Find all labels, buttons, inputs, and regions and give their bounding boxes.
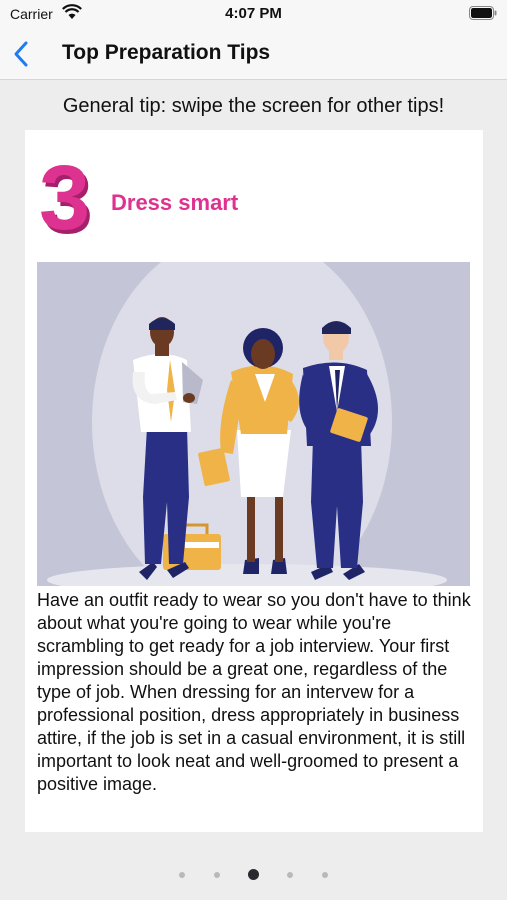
page-dot-4[interactable] bbox=[287, 871, 294, 878]
general-tip-text: General tip: swipe the screen for other … bbox=[62, 95, 445, 117]
tip-number: 3 bbox=[39, 147, 91, 249]
page-dot-1[interactable] bbox=[179, 871, 186, 878]
page-dot-5[interactable] bbox=[321, 871, 328, 878]
status-bar: Carrier 4:07 PM bbox=[0, 0, 507, 28]
back-chevron-icon[interactable] bbox=[8, 38, 38, 70]
page-dot-2[interactable] bbox=[213, 871, 220, 878]
navigation-bar: Top Preparation Tips bbox=[0, 28, 507, 80]
page-indicator[interactable] bbox=[0, 866, 507, 884]
business-people-illustration bbox=[37, 262, 470, 586]
tip-title: Dress smart bbox=[111, 190, 239, 215]
tip-card[interactable]: 3 Dress smart Have an outfit ready to we… bbox=[25, 130, 483, 832]
battery-icon bbox=[469, 6, 497, 20]
tip-body-text: Have an outfit ready to wear so you don'… bbox=[37, 590, 471, 794]
page-title: Top Preparation Tips bbox=[62, 41, 271, 64]
status-time: 4:07 PM bbox=[225, 5, 282, 22]
page-dot-3-active[interactable] bbox=[248, 869, 259, 881]
